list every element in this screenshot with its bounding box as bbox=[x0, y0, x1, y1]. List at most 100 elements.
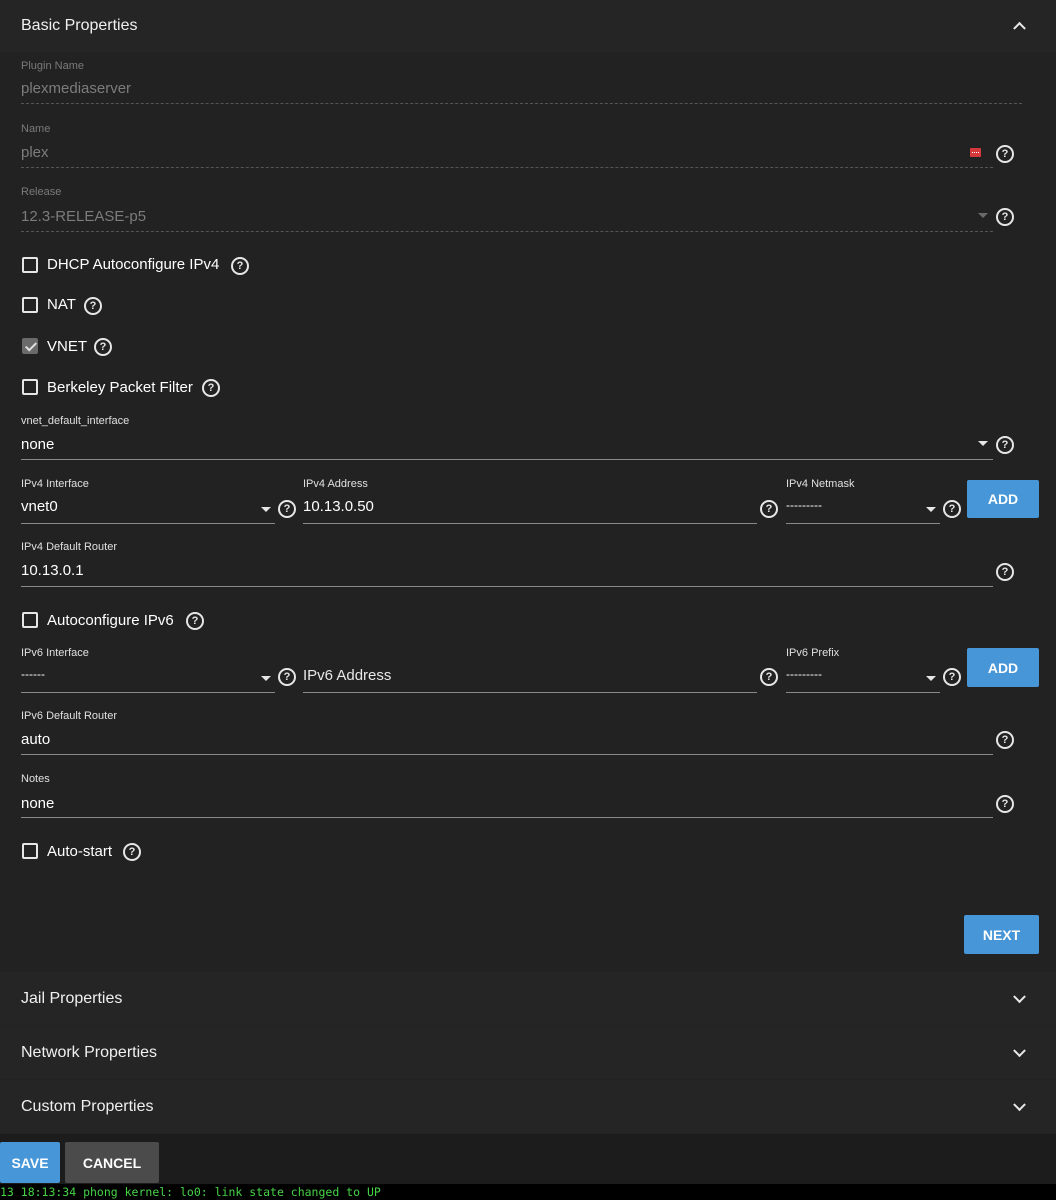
autoconfigure-ipv6-checkbox[interactable] bbox=[22, 612, 38, 628]
vnet-help-icon[interactable]: ? bbox=[94, 338, 112, 356]
ipv4-netmask-help-icon[interactable]: ? bbox=[943, 500, 961, 518]
chevron-down-icon[interactable] bbox=[1013, 1097, 1026, 1111]
ipv4-interface-help-icon[interactable]: ? bbox=[278, 500, 296, 518]
vnet-default-interface-help-icon[interactable]: ? bbox=[996, 436, 1014, 454]
name-value: plex bbox=[21, 144, 49, 161]
autostart-help-icon[interactable]: ? bbox=[123, 843, 141, 861]
ipv6-prefix-label: IPv6 Prefix bbox=[786, 647, 840, 659]
vnet-default-interface-dropdown-icon[interactable] bbox=[978, 441, 988, 446]
ipv4-netmask-underline bbox=[786, 523, 940, 524]
ipv6-address-placeholder: IPv6 Address bbox=[303, 667, 392, 684]
ipv4-address-value: 10.13.0.50 bbox=[303, 498, 374, 515]
ipv4-netmask-label: IPv4 Netmask bbox=[786, 478, 855, 490]
ipv4-address-underline bbox=[303, 523, 757, 524]
name-label: Name bbox=[21, 123, 51, 135]
password-manager-icon[interactable] bbox=[970, 148, 981, 157]
release-underline bbox=[21, 231, 993, 232]
ipv6-interface-help-icon[interactable]: ? bbox=[278, 668, 296, 686]
ipv4-default-router-help-icon[interactable]: ? bbox=[996, 563, 1014, 581]
ipv6-interface-underline bbox=[21, 692, 275, 693]
ipv4-interface-value: vnet0 bbox=[21, 498, 58, 515]
plugin-name-field: Plugin Name plexmediaserver bbox=[21, 60, 1022, 105]
ipv4-interface-dropdown-icon[interactable] bbox=[261, 507, 271, 512]
chevron-up-icon[interactable] bbox=[1013, 21, 1026, 35]
ipv6-interface-label: IPv6 Interface bbox=[21, 647, 89, 659]
basic-properties-body bbox=[0, 52, 1056, 898]
ipv6-default-router-label: IPv6 Default Router bbox=[21, 710, 117, 722]
ipv4-interface-label: IPv4 Interface bbox=[21, 478, 89, 490]
nat-checkbox[interactable] bbox=[22, 297, 38, 313]
name-help-icon[interactable]: ? bbox=[996, 145, 1014, 163]
release-help-icon[interactable]: ? bbox=[996, 208, 1014, 226]
ipv6-add-button[interactable]: ADD bbox=[967, 648, 1039, 687]
autoconfigure-ipv6-help-icon[interactable]: ? bbox=[186, 612, 204, 630]
ipv4-default-router-value: 10.13.0.1 bbox=[21, 562, 84, 579]
bpf-help-icon[interactable]: ? bbox=[202, 379, 220, 397]
ipv4-address-label: IPv4 Address bbox=[303, 478, 368, 490]
basic-properties-title: Basic Properties bbox=[21, 17, 138, 34]
notes-underline bbox=[21, 817, 993, 818]
plugin-name-label: Plugin Name bbox=[21, 60, 84, 72]
save-button[interactable]: SAVE bbox=[0, 1142, 60, 1183]
plugin-name-underline bbox=[21, 103, 1022, 104]
vnet-default-interface-select[interactable]: vnet_default_interface none bbox=[21, 415, 993, 461]
console-output: 13 18:13:34 phong kernel: lo0: link stat… bbox=[0, 1184, 1056, 1200]
ipv4-interface-select[interactable]: IPv4 Interface vnet0 bbox=[21, 478, 275, 524]
ipv6-default-router-underline bbox=[21, 754, 993, 755]
ipv6-default-router-help-icon[interactable]: ? bbox=[996, 731, 1014, 749]
ipv6-interface-value: ------ bbox=[21, 667, 45, 681]
network-properties-title: Network Properties bbox=[21, 1043, 158, 1061]
ipv4-default-router-input[interactable]: IPv4 Default Router 10.13.0.1 bbox=[21, 541, 993, 587]
ipv4-address-input[interactable]: IPv4 Address 10.13.0.50 bbox=[303, 478, 757, 524]
ipv4-netmask-value: --------- bbox=[786, 498, 822, 512]
ipv6-default-router-input[interactable]: IPv6 Default Router auto bbox=[21, 710, 993, 756]
vnet-label: VNET bbox=[47, 338, 88, 355]
ipv4-netmask-select[interactable]: IPv4 Netmask --------- bbox=[786, 478, 940, 524]
chevron-down-icon[interactable] bbox=[1013, 989, 1026, 1003]
ipv6-address-input[interactable]: IPv6 Address bbox=[303, 647, 757, 693]
autostart-label: Auto-start bbox=[47, 843, 113, 860]
vnet-default-interface-value: none bbox=[21, 436, 55, 453]
ipv6-prefix-value: --------- bbox=[786, 667, 822, 681]
custom-properties-header[interactable]: Custom Properties bbox=[0, 1080, 1056, 1133]
cancel-button[interactable]: CANCEL bbox=[65, 1142, 159, 1183]
notes-value: none bbox=[21, 795, 55, 812]
nat-help-icon[interactable]: ? bbox=[84, 297, 102, 315]
name-underline bbox=[21, 167, 993, 168]
ipv6-address-help-icon[interactable]: ? bbox=[760, 668, 778, 686]
ipv6-interface-select[interactable]: IPv6 Interface ------ bbox=[21, 647, 275, 693]
release-value: 12.3-RELEASE-p5 bbox=[21, 208, 147, 225]
ipv6-interface-dropdown-icon[interactable] bbox=[261, 676, 271, 681]
custom-properties-title: Custom Properties bbox=[21, 1097, 154, 1115]
vnet-default-interface-label: vnet_default_interface bbox=[21, 415, 130, 427]
notes-label: Notes bbox=[21, 773, 50, 785]
chevron-down-icon[interactable] bbox=[1013, 1043, 1026, 1057]
ipv4-add-button[interactable]: ADD bbox=[967, 480, 1039, 518]
notes-input[interactable]: Notes none bbox=[21, 773, 993, 819]
jail-properties-header[interactable]: Jail Properties bbox=[0, 972, 1056, 1025]
notes-help-icon[interactable]: ? bbox=[996, 795, 1014, 813]
ipv6-prefix-select[interactable]: IPv6 Prefix --------- bbox=[786, 647, 940, 693]
jail-properties-title: Jail Properties bbox=[21, 989, 123, 1007]
ipv6-default-router-value: auto bbox=[21, 731, 51, 748]
ipv4-default-router-label: IPv4 Default Router bbox=[21, 541, 117, 553]
ipv6-prefix-underline bbox=[786, 692, 940, 693]
autostart-checkbox[interactable] bbox=[22, 843, 38, 859]
plugin-name-value: plexmediaserver bbox=[21, 80, 132, 97]
basic-properties-header[interactable]: Basic Properties bbox=[0, 0, 1056, 52]
dhcp-help-icon[interactable]: ? bbox=[231, 257, 249, 275]
bpf-checkbox[interactable] bbox=[22, 379, 38, 395]
vnet-checkbox[interactable] bbox=[22, 338, 38, 354]
name-field: Name plex bbox=[21, 123, 993, 169]
ipv4-interface-underline bbox=[21, 523, 275, 524]
autoconfigure-ipv6-label: Autoconfigure IPv6 bbox=[47, 612, 174, 629]
ipv6-prefix-dropdown-icon[interactable] bbox=[926, 676, 936, 681]
ipv4-netmask-dropdown-icon[interactable] bbox=[926, 507, 936, 512]
ipv4-address-help-icon[interactable]: ? bbox=[760, 500, 778, 518]
bpf-label: Berkeley Packet Filter bbox=[47, 379, 193, 396]
vnet-default-interface-underline bbox=[21, 459, 993, 460]
dhcp-checkbox[interactable] bbox=[22, 257, 38, 273]
ipv6-prefix-help-icon[interactable]: ? bbox=[943, 668, 961, 686]
next-button[interactable]: NEXT bbox=[964, 915, 1039, 954]
network-properties-header[interactable]: Network Properties bbox=[0, 1026, 1056, 1079]
